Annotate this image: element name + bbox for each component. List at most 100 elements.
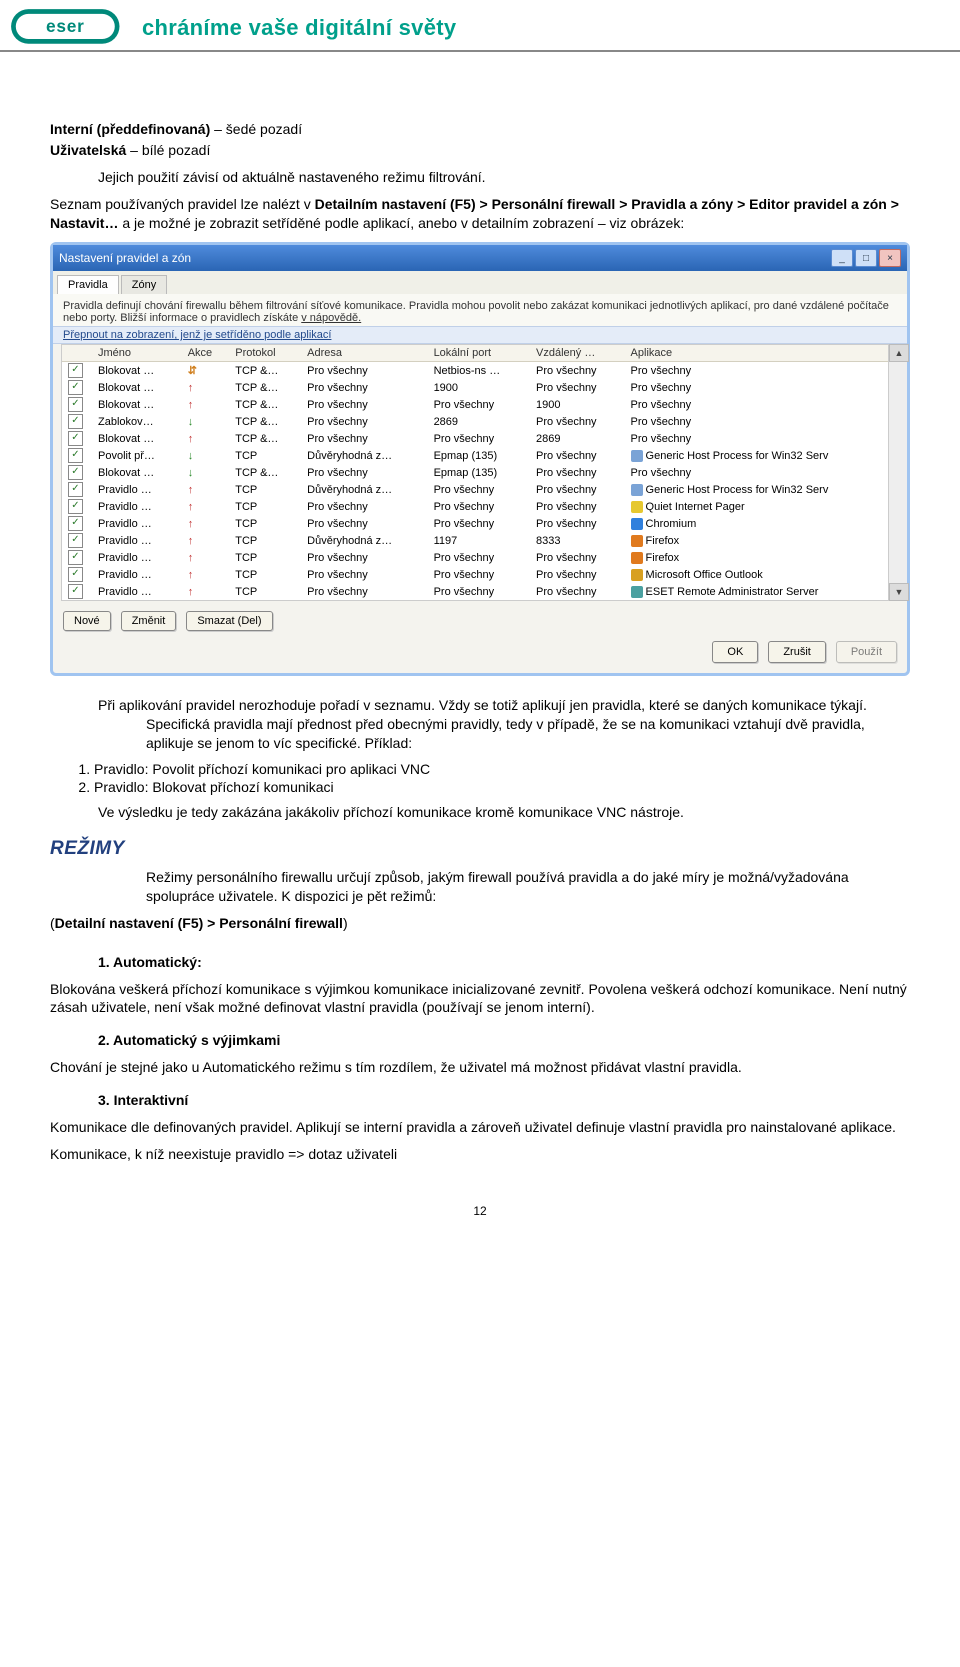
cell-remoteport: Pro všechny — [530, 498, 625, 515]
cell-remoteport: Pro všechny — [530, 481, 625, 498]
cell-app: Generic Host Process for Win32 Serv — [625, 447, 898, 464]
tab-rules[interactable]: Pravidla — [57, 275, 119, 294]
table-row[interactable]: ✓Blokovat …↑TCP &…Pro všechny1900Pro vše… — [62, 379, 898, 396]
cell-protocol: TCP — [229, 549, 301, 566]
intro-line1: Interní (předdefinovaná) – šedé pozadí — [50, 120, 910, 139]
cell-name: Blokovat … — [92, 430, 182, 447]
intro-line2: Uživatelská – bílé pozadí — [50, 141, 910, 160]
rule-checkbox[interactable]: ✓ — [68, 414, 83, 429]
table-row[interactable]: ✓Pravidlo …↑TCPPro všechnyPro všechnyPro… — [62, 566, 898, 583]
cell-protocol: TCP — [229, 566, 301, 583]
rule-checkbox[interactable]: ✓ — [68, 567, 83, 582]
ok-button[interactable]: OK — [712, 641, 758, 663]
cell-name: Blokovat … — [92, 362, 182, 380]
delete-button[interactable]: Smazat (Del) — [186, 611, 272, 631]
direction-icon: ↓ — [188, 450, 194, 462]
switch-view-link[interactable]: Přepnout na zobrazení, jenž je setříděno… — [53, 326, 907, 344]
minimize-button[interactable]: _ — [831, 249, 853, 267]
intro-p2: Jejich použití závisí od aktuálně nastav… — [98, 168, 910, 187]
scroll-down-icon[interactable]: ▼ — [889, 583, 909, 601]
table-row[interactable]: ✓Blokovat …⇵TCP &…Pro všechnyNetbios-ns … — [62, 362, 898, 380]
col-address[interactable]: Adresa — [301, 345, 427, 362]
direction-icon: ↑ — [188, 382, 194, 394]
direction-icon: ↓ — [188, 416, 194, 428]
edit-button[interactable]: Změnit — [121, 611, 177, 631]
rule-checkbox[interactable]: ✓ — [68, 363, 83, 378]
table-row[interactable]: ✓Pravidlo …↑TCPPro všechnyPro všechnyPro… — [62, 583, 898, 600]
rule-checkbox[interactable]: ✓ — [68, 533, 83, 548]
col-remoteport[interactable]: Vzdálený … — [530, 345, 625, 362]
rule-checkbox[interactable]: ✓ — [68, 448, 83, 463]
table-row[interactable]: ✓Zablokov…↓TCP &…Pro všechny2869Pro všec… — [62, 413, 898, 430]
cell-name: Pravidlo … — [92, 481, 182, 498]
cell-app: Pro všechny — [625, 430, 898, 447]
cell-action: ↑ — [182, 549, 230, 566]
app-icon — [631, 501, 643, 513]
table-row[interactable]: ✓Blokovat …↑TCP &…Pro všechnyPro všechny… — [62, 430, 898, 447]
rule-checkbox[interactable]: ✓ — [68, 465, 83, 480]
rule-checkbox[interactable]: ✓ — [68, 431, 83, 446]
scrollbar[interactable]: ▲ ▼ — [888, 344, 907, 601]
mode-inter-body: Komunikace dle definovaných pravidel. Ap… — [50, 1118, 910, 1137]
app-icon — [631, 518, 643, 530]
table-row[interactable]: ✓Pravidlo …↑TCPDůvěryhodná z…Pro všechny… — [62, 481, 898, 498]
rule-checkbox[interactable]: ✓ — [68, 499, 83, 514]
cell-remoteport: Pro všechny — [530, 583, 625, 600]
rule-checkbox[interactable]: ✓ — [68, 482, 83, 497]
cancel-button[interactable]: Zrušit — [768, 641, 826, 663]
table-row[interactable]: ✓Pravidlo …↑TCPPro všechnyPro všechnyPro… — [62, 549, 898, 566]
cell-address: Pro všechny — [301, 566, 427, 583]
cell-remoteport: Pro všechny — [530, 413, 625, 430]
mode-auto-title: 1. Automatický: — [98, 953, 910, 972]
rule-checkbox[interactable]: ✓ — [68, 516, 83, 531]
tab-zones[interactable]: Zóny — [121, 275, 167, 294]
col-app[interactable]: Aplikace — [625, 345, 898, 362]
direction-icon: ↓ — [188, 467, 194, 479]
col-protocol[interactable]: Protokol — [229, 345, 301, 362]
table-row[interactable]: ✓Pravidlo …↑TCPDůvěryhodná z…11978333Fir… — [62, 532, 898, 549]
example-item-2: Pravidlo: Blokovat příchozí komunikaci — [94, 779, 910, 795]
cell-address: Důvěryhodná z… — [301, 532, 427, 549]
cell-address: Pro všechny — [301, 396, 427, 413]
app-icon — [631, 535, 643, 547]
rule-checkbox[interactable]: ✓ — [68, 584, 83, 599]
maximize-button[interactable]: □ — [855, 249, 877, 267]
cell-action: ↑ — [182, 566, 230, 583]
cell-address: Důvěryhodná z… — [301, 447, 427, 464]
cell-app: Pro všechny — [625, 396, 898, 413]
table-row[interactable]: ✓Pravidlo …↑TCPPro všechnyPro všechnyPro… — [62, 515, 898, 532]
cell-localport: Epmap (135) — [428, 447, 530, 464]
scroll-up-icon[interactable]: ▲ — [889, 344, 909, 362]
direction-icon: ↑ — [188, 569, 194, 581]
rule-checkbox[interactable]: ✓ — [68, 550, 83, 565]
page-number: 12 — [50, 1204, 910, 1218]
cell-app: Microsoft Office Outlook — [625, 566, 898, 583]
direction-icon: ↑ — [188, 433, 194, 445]
cell-remoteport: 8333 — [530, 532, 625, 549]
col-localport[interactable]: Lokální port — [428, 345, 530, 362]
cell-name: Pravidlo … — [92, 532, 182, 549]
col-name[interactable]: Jméno — [92, 345, 182, 362]
cell-remoteport: Pro všechny — [530, 566, 625, 583]
new-button[interactable]: Nové — [63, 611, 111, 631]
help-link[interactable]: v nápovědě. — [301, 312, 361, 324]
cell-action: ⇵ — [182, 362, 230, 380]
cell-name: Blokovat … — [92, 396, 182, 413]
cell-action: ↑ — [182, 379, 230, 396]
cell-protocol: TCP — [229, 481, 301, 498]
close-button[interactable]: × — [879, 249, 901, 267]
col-action[interactable]: Akce — [182, 345, 230, 362]
cell-name: Pravidlo … — [92, 549, 182, 566]
direction-icon: ↑ — [188, 552, 194, 564]
rule-checkbox[interactable]: ✓ — [68, 397, 83, 412]
cell-action: ↑ — [182, 498, 230, 515]
table-row[interactable]: ✓Blokovat …↑TCP &…Pro všechnyPro všechny… — [62, 396, 898, 413]
table-row[interactable]: ✓Povolit př…↓TCPDůvěryhodná z…Epmap (135… — [62, 447, 898, 464]
table-row[interactable]: ✓Blokovat …↓TCP &…Pro všechnyEpmap (135)… — [62, 464, 898, 481]
mode-autoex-title: 2. Automatický s výjimkami — [98, 1031, 910, 1050]
rule-checkbox[interactable]: ✓ — [68, 380, 83, 395]
table-row[interactable]: ✓Pravidlo …↑TCPPro všechnyPro všechnyPro… — [62, 498, 898, 515]
cell-remoteport: Pro všechny — [530, 464, 625, 481]
apply-button[interactable]: Použít — [836, 641, 897, 663]
cell-name: Pravidlo … — [92, 515, 182, 532]
